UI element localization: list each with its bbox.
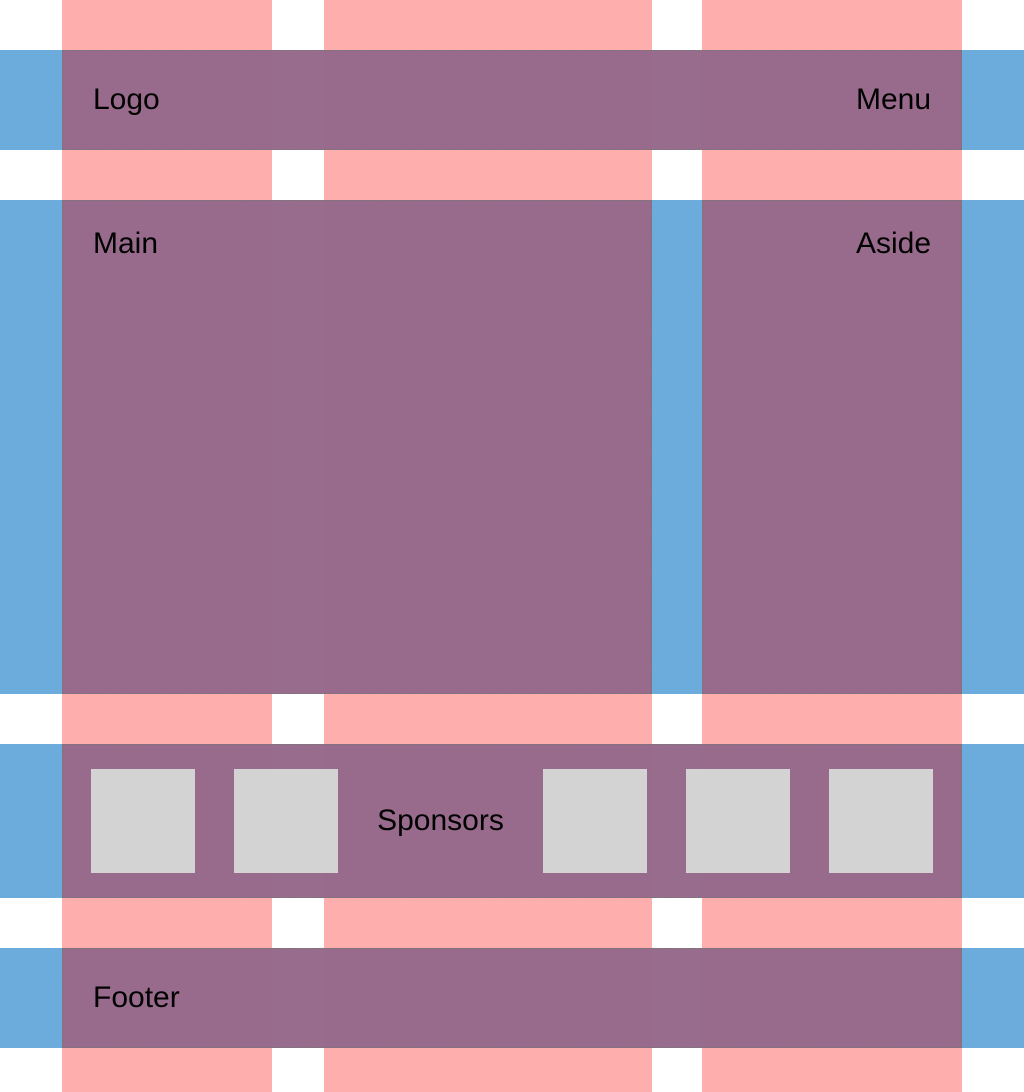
sponsor-placeholder (829, 769, 933, 873)
sponsor-placeholder (234, 769, 338, 873)
menu-label: Menu (856, 83, 931, 117)
footer-label: Footer (93, 981, 180, 1015)
sponsors-region: Sponsors (62, 744, 962, 898)
header-region: Logo Menu (62, 50, 962, 150)
sponsor-placeholder (543, 769, 647, 873)
aside-region: Aside (702, 200, 962, 694)
sponsor-placeholder (686, 769, 790, 873)
sponsor-placeholder (91, 769, 195, 873)
logo-label: Logo (93, 83, 160, 117)
main-region: Main (62, 200, 652, 694)
aside-label: Aside (856, 227, 931, 260)
main-label: Main (93, 227, 158, 260)
footer-region: Footer (62, 948, 962, 1048)
sponsors-label: Sponsors (377, 804, 504, 838)
